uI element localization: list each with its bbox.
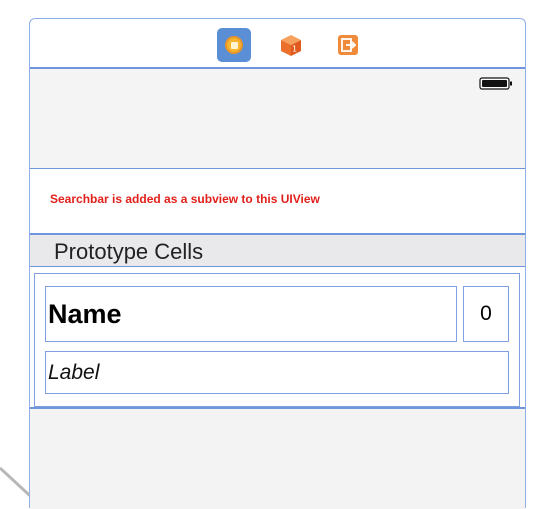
exit-icon[interactable] bbox=[331, 28, 365, 62]
battery-icon bbox=[479, 77, 512, 90]
prototype-table-cell[interactable]: Name 0 Label bbox=[34, 273, 520, 407]
name-label[interactable]: Name bbox=[45, 286, 457, 342]
sub-label[interactable]: Label bbox=[45, 351, 509, 394]
header-note-label: Searchbar is added as a subview to this … bbox=[50, 192, 320, 206]
table-header-view[interactable]: Searchbar is added as a subview to this … bbox=[30, 169, 525, 235]
scene-dock: 1 bbox=[30, 19, 525, 69]
view-controller-icon[interactable] bbox=[217, 28, 251, 62]
table-empty-area bbox=[30, 407, 525, 509]
prototype-cells-header: Prototype Cells bbox=[30, 235, 525, 267]
svg-text:1: 1 bbox=[292, 45, 297, 54]
section-title: Prototype Cells bbox=[54, 239, 204, 264]
view-controller-scene[interactable]: 1 Searchbar is added as a subview to thi… bbox=[29, 18, 526, 509]
first-responder-icon[interactable]: 1 bbox=[274, 28, 308, 62]
count-label[interactable]: 0 bbox=[463, 286, 509, 342]
navigation-bar[interactable] bbox=[30, 69, 525, 169]
